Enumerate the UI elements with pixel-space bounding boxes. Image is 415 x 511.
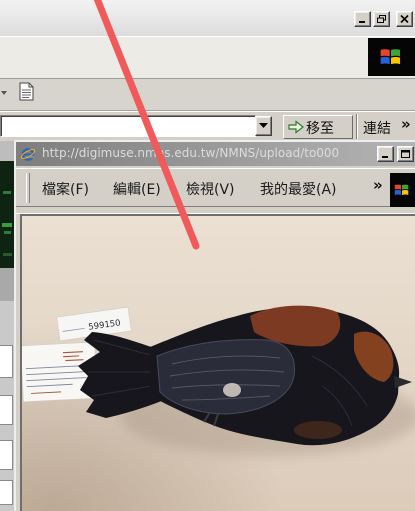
popup-title-bar[interactable]: http://digimuse.nmns.edu.tw/NMNS/upload/…: [16, 142, 415, 166]
bird-beak: [394, 376, 412, 388]
menu-file[interactable]: 檔案(F): [42, 179, 89, 199]
menu-more-chevron[interactable]: »: [373, 176, 383, 194]
address-input[interactable]: [0, 115, 256, 137]
popup-minimize-button[interactable]: [377, 146, 394, 162]
maximize-icon: [401, 150, 410, 158]
background-minimize-button[interactable]: [354, 11, 371, 27]
menu-favorites[interactable]: 我的最愛(A): [260, 179, 337, 199]
background-close-button[interactable]: [396, 11, 413, 27]
background-page-banner: [0, 161, 14, 268]
popup-menu-bar: 檔案(F) 編輯(E) 檢視(V) 我的最愛(A) »: [16, 168, 415, 207]
toolbar-dropdown-icon[interactable]: [1, 91, 7, 96]
restore-icon: [377, 15, 386, 23]
document-icon[interactable]: [19, 82, 34, 101]
popup-content-area[interactable]: 599150: [20, 214, 415, 511]
popup-maximize-button[interactable]: [397, 146, 414, 162]
windows-logo-icon: [380, 49, 401, 65]
ie-icon: [20, 148, 36, 161]
menu-view[interactable]: 檢視(V): [186, 179, 235, 199]
toolbar-separator: [356, 114, 358, 139]
address-dropdown-button[interactable]: [255, 116, 272, 136]
bird-leg-spot: [223, 383, 241, 397]
go-arrow-icon: [288, 120, 304, 134]
popup-title-url: http://digimuse.nmns.edu.tw/NMNS/upload/…: [42, 146, 340, 160]
background-restore-button[interactable]: [373, 11, 390, 27]
background-page-field[interactable]: [0, 345, 13, 378]
popup-toolbar-separator: [16, 207, 415, 214]
background-toolbar: [0, 79, 415, 111]
menu-edit[interactable]: 編輯(E): [113, 179, 161, 199]
go-button-label: 移至: [306, 121, 334, 137]
go-button[interactable]: 移至: [283, 115, 353, 139]
background-page-field[interactable]: [0, 395, 13, 425]
background-page-divider: [0, 268, 14, 301]
background-page-field[interactable]: [0, 480, 13, 505]
popup-window[interactable]: http://digimuse.nmns.edu.tw/NMNS/upload/…: [14, 140, 415, 511]
links-more-chevron[interactable]: »: [401, 115, 411, 133]
bird-specimen-image: 599150: [22, 305, 415, 456]
background-window-title-bar[interactable]: [0, 0, 415, 36]
menu-bar-grip[interactable]: [26, 173, 30, 203]
specimen-photo: 599150: [22, 216, 415, 511]
popup-throbber: [390, 173, 415, 207]
windows-logo-icon: [394, 184, 409, 195]
background-page-edge: [0, 141, 14, 511]
close-icon: [400, 15, 409, 23]
links-button[interactable]: 連結: [363, 118, 391, 138]
background-page-header: [0, 141, 14, 161]
background-menu-bar: [0, 36, 415, 79]
minimize-icon: [359, 21, 365, 23]
chevron-down-icon: [259, 123, 268, 128]
background-page-field[interactable]: [0, 440, 13, 470]
background-throbber: [368, 38, 415, 76]
minimize-icon: [382, 156, 388, 158]
bird-belly-patch: [294, 421, 342, 439]
